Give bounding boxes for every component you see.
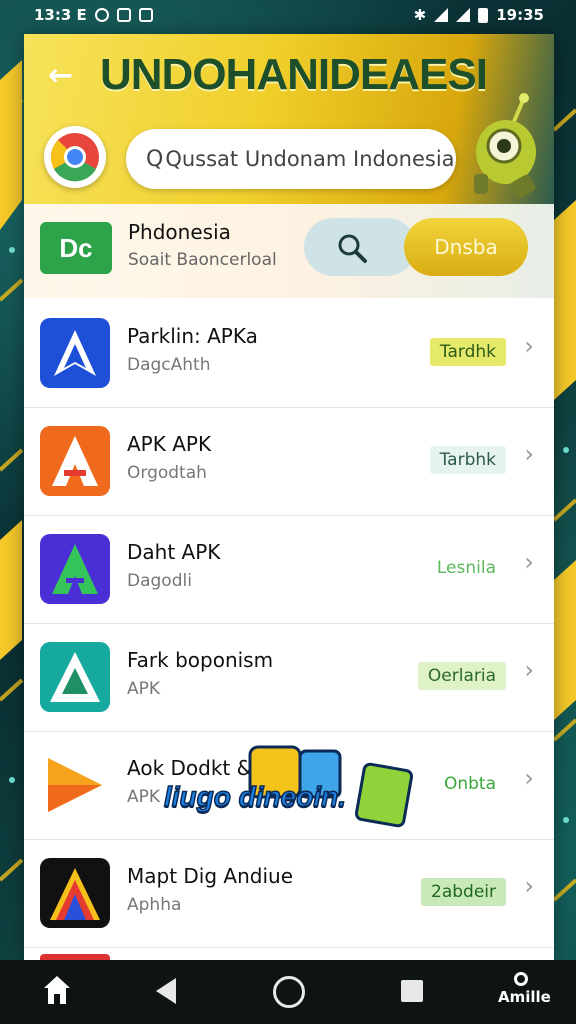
- signal-icon-2: [456, 8, 471, 22]
- app-subtitle: APK: [127, 679, 161, 699]
- recents-icon[interactable]: [401, 980, 423, 1002]
- list-item[interactable]: Parklin: APKa DagcAhth Tardhk ›: [24, 300, 554, 408]
- app-notification-icon: [138, 8, 153, 22]
- list-item[interactable]: APK APK Orgodtah Tarbhk ›: [24, 408, 554, 516]
- app-badge[interactable]: Tardhk: [429, 338, 506, 366]
- app-name: Fark boponism: [127, 648, 274, 672]
- a-icon-teal: [40, 642, 110, 712]
- app-name: Daht APK: [127, 540, 221, 564]
- app-badge[interactable]: Oerlaria: [417, 662, 506, 690]
- promo-sticker: liugo dineoin.: [160, 745, 420, 835]
- chevron-right-icon[interactable]: ›: [524, 656, 534, 684]
- robot-mascot-icon: [474, 93, 536, 199]
- a-icon-blue: [40, 318, 110, 388]
- app-badge[interactable]: Lesnila: [427, 554, 506, 582]
- app-badge[interactable]: 2abdeir: [421, 878, 506, 906]
- signal-icon: [434, 8, 449, 22]
- app-name: Mapt Dig Andiue: [127, 864, 294, 888]
- bluetooth-icon: ✱: [413, 6, 427, 24]
- app-badge[interactable]: Onbta: [434, 770, 506, 798]
- search-icon: Q: [146, 146, 164, 172]
- featured-app[interactable]: Dc Phdonesia Soait Baoncerloal Dnsba: [24, 204, 554, 298]
- featured-app-icon: Dc: [40, 222, 112, 274]
- chevron-right-icon[interactable]: ›: [524, 764, 534, 792]
- app-subtitle: Dagodli: [127, 571, 192, 591]
- profile-icon: [514, 972, 528, 986]
- status-time-left: 13:3 E: [34, 6, 87, 24]
- battery-icon: [478, 7, 489, 23]
- featured-download-button[interactable]: Dnsba: [404, 218, 528, 276]
- back-nav-icon[interactable]: [156, 978, 176, 1004]
- status-time-right: 19:35: [496, 6, 544, 24]
- list-item[interactable]: Fark boponism APK Oerlaria ›: [24, 624, 554, 732]
- app-subtitle: DagcAhth: [127, 355, 211, 375]
- list-item[interactable]: Daht APK Dagodli Lesnila ›: [24, 516, 554, 624]
- app-subtitle: Orgodtah: [127, 463, 207, 483]
- message-icon: [116, 8, 131, 22]
- back-arrow-icon[interactable]: ←: [48, 58, 73, 93]
- profile-label: Amille: [498, 988, 551, 1006]
- magnifier-icon[interactable]: [336, 232, 368, 264]
- status-bar: 13:3 E ✱ 19:35: [0, 0, 576, 32]
- chevron-right-icon[interactable]: ›: [524, 548, 534, 576]
- chrome-icon[interactable]: [44, 126, 106, 188]
- notification-icon: [94, 8, 109, 22]
- list-item[interactable]: Mapt Dig Andiue Aphha 2abdeir ›: [24, 840, 554, 948]
- a-icon-dark: [40, 858, 110, 928]
- home-icon[interactable]: [42, 974, 72, 1006]
- featured-app-name: Phdonesia: [128, 220, 231, 244]
- play-icon: [40, 750, 110, 820]
- featured-app-subtitle: Soait Baoncerloal: [128, 250, 277, 270]
- search-text: Qussat Undonam Indonesia: [165, 147, 455, 171]
- app-subtitle: Aphha: [127, 895, 182, 915]
- app-badge[interactable]: Tarbhk: [429, 446, 506, 474]
- page-title: UNDOHANIDEAESI: [100, 50, 488, 99]
- chevron-right-icon[interactable]: ›: [524, 332, 534, 360]
- chevron-right-icon[interactable]: ›: [524, 440, 534, 468]
- app-subtitle: APK: [127, 787, 161, 807]
- navigation-bar: Amille: [0, 960, 576, 1024]
- app-name: Parklin: APKa: [127, 324, 258, 348]
- app-list: Parklin: APKa DagcAhth Tardhk › APK APK …: [24, 300, 554, 948]
- a-icon-orange: [40, 426, 110, 496]
- a-icon-purple: [40, 534, 110, 604]
- sticker-text: liugo dineoin.: [163, 780, 346, 813]
- chevron-right-icon[interactable]: ›: [524, 872, 534, 900]
- header: ← UNDOHANIDEAESI Q Qussat Undonam Indone…: [24, 34, 554, 204]
- profile-nav[interactable]: Amille: [498, 972, 551, 1006]
- search-bar[interactable]: Q Qussat Undonam Indonesia: [126, 129, 456, 189]
- app-name: APK APK: [127, 432, 212, 456]
- home-circle-icon[interactable]: [273, 976, 305, 1008]
